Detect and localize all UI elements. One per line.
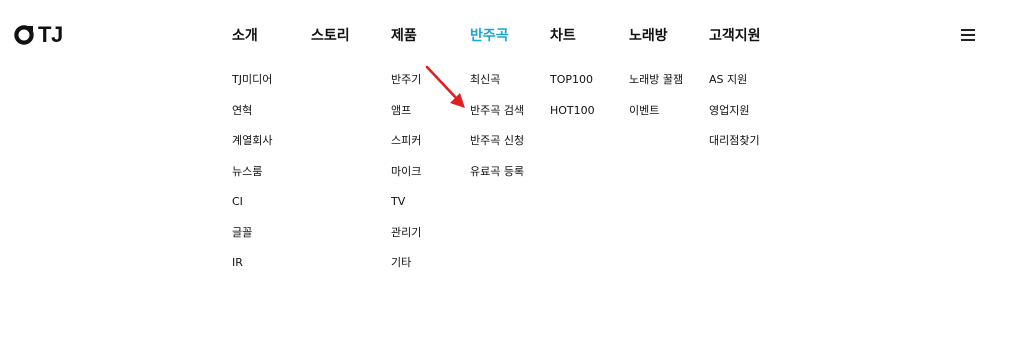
nav-item-support[interactable]: 고객지원 — [709, 25, 761, 47]
nav-item-products[interactable]: 제품 — [391, 25, 421, 47]
tj-logo[interactable]: TJ — [13, 24, 63, 46]
hamburger-line — [961, 39, 975, 41]
submenu-item-speaker[interactable]: 스피커 — [391, 133, 421, 164]
submenu-item-etc[interactable]: 기타 — [391, 255, 421, 286]
logo-text: TJ — [38, 22, 63, 47]
nav-column-support: 고객지원 AS 지원 영업지원 대리점찾기 — [709, 25, 761, 164]
hamburger-line — [961, 29, 975, 31]
nav-column-karaoke: 노래방 노래방 꿀잼 이벤트 — [629, 25, 683, 133]
submenu-item-newsroom[interactable]: 뉴스룸 — [232, 164, 272, 195]
submenu-item-mic[interactable]: 마이크 — [391, 164, 421, 195]
submenu-item-history[interactable]: 연혁 — [232, 103, 272, 134]
nav-column-products: 제품 반주기 앰프 스피커 마이크 TV 관리기 기타 — [391, 25, 421, 286]
submenu-item-ci[interactable]: CI — [232, 194, 272, 225]
submenu-products: 반주기 앰프 스피커 마이크 TV 관리기 기타 — [391, 72, 421, 286]
nav-item-intro[interactable]: 소개 — [232, 25, 272, 47]
nav-item-karaoke[interactable]: 노래방 — [629, 25, 683, 47]
submenu-item-top100[interactable]: TOP100 — [550, 72, 595, 103]
submenu-item-accompaniment-machine[interactable]: 반주기 — [391, 72, 421, 103]
submenu-chart: TOP100 HOT100 — [550, 72, 595, 133]
submenu-item-ir[interactable]: IR — [232, 255, 272, 286]
nav-column-chart: 차트 TOP100 HOT100 — [550, 25, 595, 133]
submenu-item-song-search[interactable]: 반주곡 검색 — [470, 103, 524, 134]
submenu-item-sales-support[interactable]: 영업지원 — [709, 103, 761, 134]
submenu-karaoke: 노래방 꿀잼 이벤트 — [629, 72, 683, 133]
hamburger-menu-icon[interactable] — [961, 29, 975, 41]
nav-item-songs[interactable]: 반주곡 — [470, 25, 524, 47]
submenu-item-manager[interactable]: 관리기 — [391, 225, 421, 256]
nav-column-songs: 반주곡 최신곡 반주곡 검색 반주곡 신청 유료곡 등록 — [470, 25, 524, 194]
submenu-item-amp[interactable]: 앰프 — [391, 103, 421, 134]
tj-logo-icon — [14, 24, 35, 45]
submenu-songs: 최신곡 반주곡 검색 반주곡 신청 유료곡 등록 — [470, 72, 524, 194]
submenu-item-latest-songs[interactable]: 최신곡 — [470, 72, 524, 103]
submenu-intro: TJ미디어 연혁 계열회사 뉴스룸 CI 글꼴 IR — [232, 72, 272, 286]
nav-column-intro: 소개 TJ미디어 연혁 계열회사 뉴스룸 CI 글꼴 IR — [232, 25, 272, 286]
nav-item-story[interactable]: 스토리 — [311, 25, 350, 47]
submenu-item-event[interactable]: 이벤트 — [629, 103, 683, 134]
submenu-item-affiliates[interactable]: 계열회사 — [232, 133, 272, 164]
submenu-item-paid-song-registration[interactable]: 유료곡 등록 — [470, 164, 524, 195]
page: TJ 소개 TJ미디어 연혁 계열회사 뉴스룸 CI 글꼴 IR 스토리 제품 … — [0, 0, 1024, 355]
submenu-item-as-support[interactable]: AS 지원 — [709, 72, 761, 103]
submenu-item-karaoke-fun[interactable]: 노래방 꿀잼 — [629, 72, 683, 103]
submenu-item-find-dealer[interactable]: 대리점찾기 — [709, 133, 761, 164]
submenu-item-font[interactable]: 글꼴 — [232, 225, 272, 256]
nav-column-story: 스토리 — [311, 25, 350, 47]
submenu-item-tjmedia[interactable]: TJ미디어 — [232, 72, 272, 103]
nav-item-chart[interactable]: 차트 — [550, 25, 595, 47]
hamburger-line — [961, 34, 975, 36]
submenu-support: AS 지원 영업지원 대리점찾기 — [709, 72, 761, 164]
submenu-item-hot100[interactable]: HOT100 — [550, 103, 595, 134]
red-arrow-icon — [425, 65, 465, 108]
submenu-item-song-request[interactable]: 반주곡 신청 — [470, 133, 524, 164]
submenu-item-tv[interactable]: TV — [391, 194, 421, 225]
